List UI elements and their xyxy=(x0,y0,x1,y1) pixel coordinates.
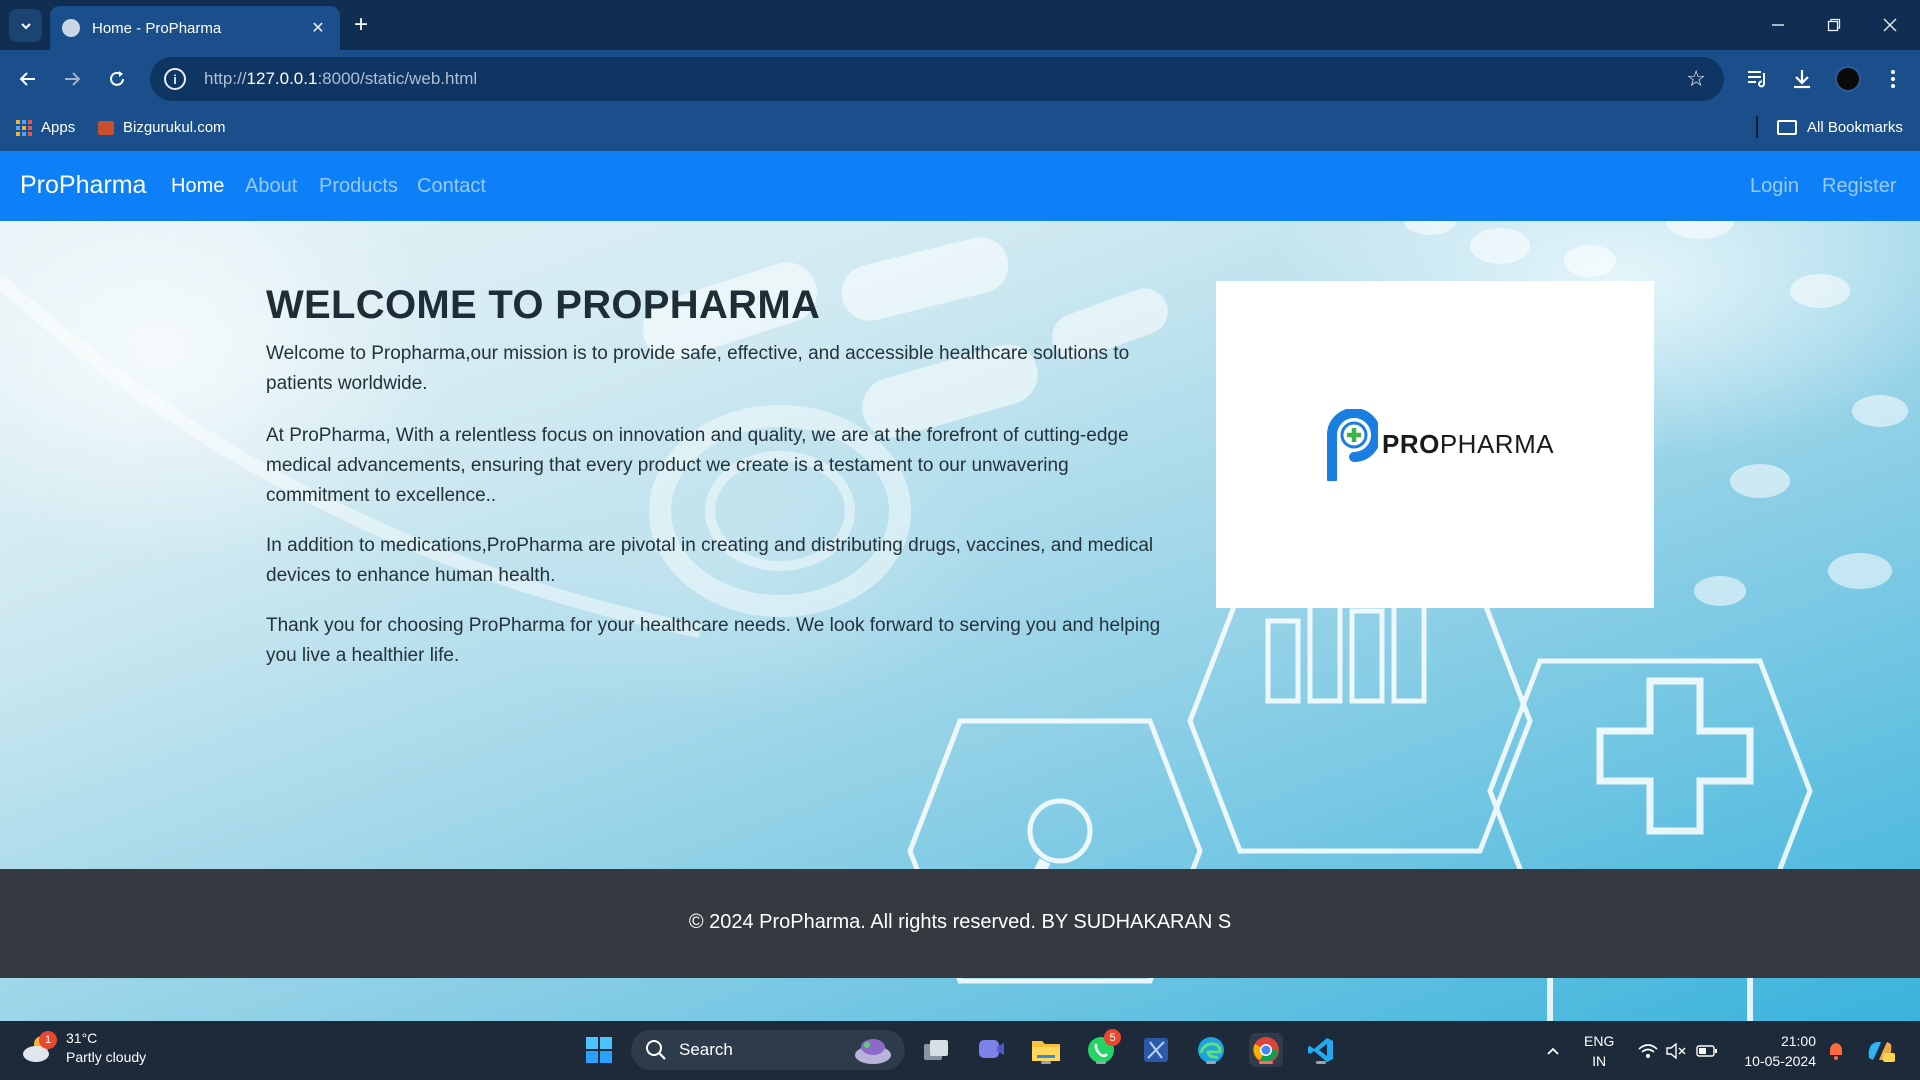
lang-top: ENG xyxy=(1584,1033,1615,1049)
profile-avatar[interactable] xyxy=(1835,66,1861,92)
weather-condition: Partly cloudy xyxy=(66,1049,147,1065)
speaker-muted-icon[interactable] xyxy=(1662,1021,1690,1080)
running-indicator xyxy=(1316,1061,1326,1064)
reload-button[interactable] xyxy=(102,64,132,94)
all-bookmarks-button[interactable]: All Bookmarks xyxy=(1777,119,1903,136)
clock-time: 21:00 xyxy=(1780,1033,1816,1049)
arrow-right-icon xyxy=(65,72,81,86)
language-indicator[interactable]: ENG IN xyxy=(1584,1031,1614,1071)
hero-paragraph-2: At ProPharma, With a relentless focus on… xyxy=(266,425,1129,506)
propharma-logo-icon xyxy=(1327,409,1378,481)
windows-taskbar: 1 31°C Partly cloudy Search 5 ENG IN 21:… xyxy=(0,1021,1920,1080)
logo-card: PROPHARMA xyxy=(1216,281,1654,608)
footer-copyright: © 2024 ProPharma. All rights reserved. B… xyxy=(688,911,1232,933)
bookmarks-divider xyxy=(1756,116,1758,138)
site-brand[interactable]: ProPharma xyxy=(20,171,146,200)
copilot-icon[interactable] xyxy=(1862,1021,1898,1080)
nav-link-about[interactable]: About xyxy=(245,175,297,198)
whatsapp-icon[interactable]: 5 xyxy=(1084,1029,1121,1067)
running-indicator xyxy=(1206,1061,1216,1064)
all-bookmarks-label: All Bookmarks xyxy=(1807,119,1903,136)
minimize-icon xyxy=(1772,24,1784,26)
teams-chat-icon[interactable] xyxy=(974,1033,1008,1067)
hero-paragraph-4: Thank you for choosing ProPharma for you… xyxy=(266,615,1161,666)
bookmark-star-icon[interactable]: ☆ xyxy=(1686,66,1706,92)
close-icon xyxy=(1883,18,1897,32)
nav-link-home[interactable]: Home xyxy=(171,175,224,198)
weather-badge: 1 xyxy=(39,1031,57,1049)
minimize-button[interactable] xyxy=(1750,0,1806,50)
bookmark-label: Bizgurukul.com xyxy=(123,119,226,136)
nav-link-contact[interactable]: Contact xyxy=(417,175,486,198)
taskbar-search[interactable]: Search xyxy=(631,1030,905,1070)
bizgurukul-favicon-icon xyxy=(98,120,114,135)
weather-widget[interactable]: 1 31°C Partly cloudy xyxy=(22,1029,146,1067)
globe-icon xyxy=(62,19,80,37)
bookmark-label: Apps xyxy=(41,119,76,136)
browser-title-bar: Home - ProPharma ✕ + xyxy=(0,0,1920,50)
vscode-icon[interactable] xyxy=(1304,1033,1338,1067)
edge-browser-icon[interactable] xyxy=(1194,1033,1228,1067)
more-menu-icon[interactable] xyxy=(1880,66,1906,92)
lang-bottom: IN xyxy=(1592,1053,1607,1069)
forward-button[interactable] xyxy=(57,64,87,94)
web-page: ProPharma Home About Products Contact Lo… xyxy=(0,151,1920,1021)
close-window-button[interactable] xyxy=(1862,0,1918,50)
file-explorer-icon[interactable] xyxy=(1029,1033,1063,1067)
back-button[interactable] xyxy=(13,64,43,94)
battery-icon[interactable] xyxy=(1692,1021,1722,1080)
notification-bell-icon[interactable] xyxy=(1822,1021,1850,1080)
windows-start-icon[interactable] xyxy=(582,1033,616,1067)
bookmark-bizgurukul[interactable]: Bizgurukul.com xyxy=(98,119,226,136)
site-footer: © 2024 ProPharma. All rights reserved. B… xyxy=(0,869,1920,978)
task-view-icon[interactable] xyxy=(919,1033,953,1067)
nav-link-products[interactable]: Products xyxy=(319,175,398,198)
search-highlight-icon xyxy=(855,1039,891,1064)
site-info-icon[interactable]: i xyxy=(164,68,186,90)
apps-grid-icon xyxy=(16,119,32,136)
close-tab-icon[interactable]: ✕ xyxy=(308,18,328,38)
show-hidden-icons[interactable] xyxy=(1538,1021,1568,1080)
whatsapp-badge: 5 xyxy=(1104,1029,1121,1046)
reload-icon xyxy=(110,71,124,86)
weather-temp: 31°C xyxy=(66,1030,98,1046)
clock-date: 10-05-2024 xyxy=(1744,1053,1816,1069)
browser-toolbar: i http://127.0.0.1:8000/static/web.html … xyxy=(0,50,1920,108)
bookmarks-bar: Apps Bizgurukul.com All Bookmarks xyxy=(0,108,1920,151)
logo-wordmark: PROPHARMA xyxy=(1382,429,1555,459)
system-clock[interactable]: 21:00 10-05-2024 xyxy=(1736,1031,1816,1071)
login-link[interactable]: Login xyxy=(1750,175,1799,198)
search-label: Search xyxy=(679,1040,733,1059)
hero-title: WELCOME TO PROPHARMA xyxy=(266,283,821,327)
tab-title: Home - ProPharma xyxy=(92,19,222,37)
wifi-icon[interactable] xyxy=(1634,1021,1662,1080)
bookmark-apps[interactable]: Apps xyxy=(16,119,75,136)
browser-tab-active[interactable]: Home - ProPharma ✕ xyxy=(50,6,340,50)
partly-cloudy-icon: 1 xyxy=(22,1031,57,1063)
download-icon[interactable] xyxy=(1789,66,1815,92)
new-tab-button[interactable]: + xyxy=(354,12,368,38)
media-controls-icon[interactable] xyxy=(1745,66,1771,92)
active-indicator xyxy=(1259,1061,1273,1064)
snipping-tool-icon[interactable] xyxy=(1139,1033,1173,1067)
chrome-browser-icon[interactable] xyxy=(1249,1033,1283,1067)
hero-paragraph-3: In addition to medications,ProPharma are… xyxy=(266,535,1154,586)
address-bar[interactable]: i http://127.0.0.1:8000/static/web.html … xyxy=(150,57,1724,101)
register-link[interactable]: Register xyxy=(1822,175,1896,198)
arrow-left-icon xyxy=(19,72,35,86)
tab-search-button[interactable] xyxy=(9,9,42,42)
hero-paragraph-1: Welcome to Propharma,our mission is to p… xyxy=(266,343,1130,394)
chevron-down-icon xyxy=(20,22,31,29)
restore-button[interactable] xyxy=(1806,0,1862,50)
restore-icon xyxy=(1827,18,1841,32)
weather-text: 31°C Partly cloudy xyxy=(66,1029,146,1067)
url-text: http://127.0.0.1:8000/static/web.html xyxy=(204,69,478,88)
folder-icon xyxy=(1777,120,1797,135)
running-indicator xyxy=(1041,1061,1051,1064)
search-icon xyxy=(646,1040,666,1060)
running-indicator xyxy=(1096,1061,1106,1064)
site-navbar: ProPharma Home About Products Contact Lo… xyxy=(0,151,1920,221)
